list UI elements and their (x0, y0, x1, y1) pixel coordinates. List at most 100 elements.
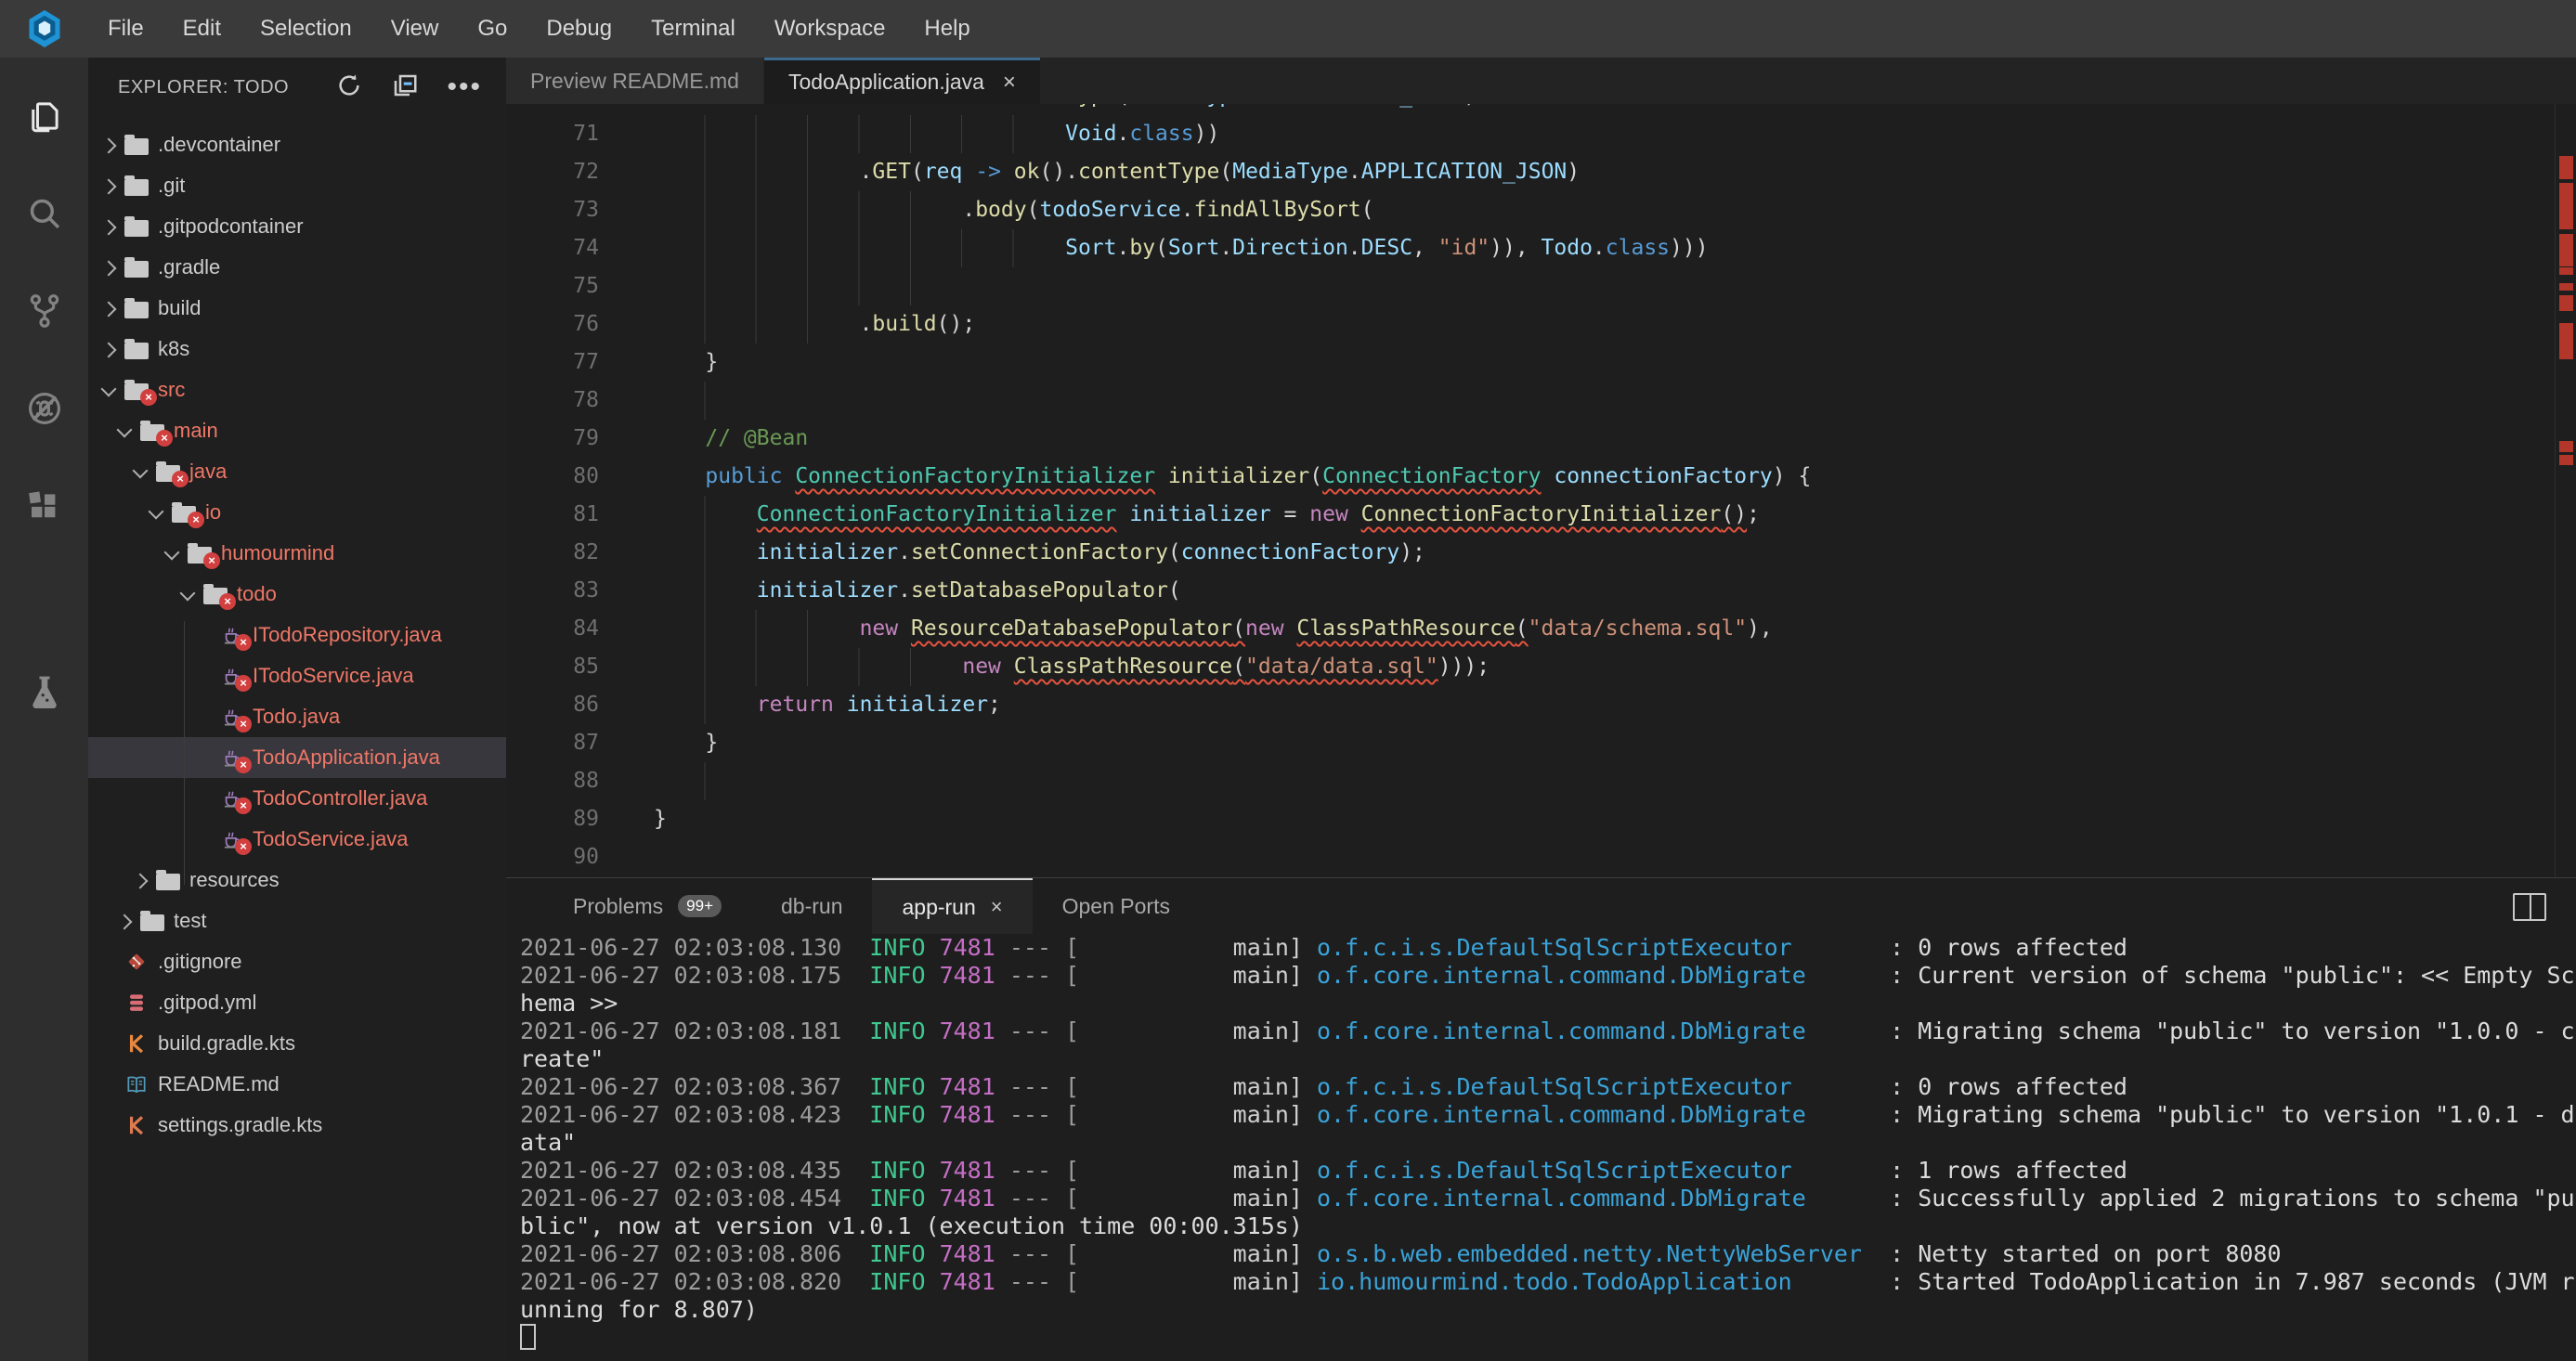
chevron-down-icon[interactable] (98, 385, 120, 395)
tree-item-main[interactable]: ×main (88, 410, 506, 451)
menu-item-view[interactable]: View (371, 16, 459, 42)
split-panel-icon[interactable] (2513, 893, 2546, 921)
close-panel-tab-icon[interactable]: × (991, 895, 1003, 919)
menu-item-terminal[interactable]: Terminal (631, 16, 755, 42)
tree-item-java[interactable]: ×java (88, 451, 506, 492)
code-token: contentType (975, 104, 1116, 108)
code-line-content: // @Bean (629, 420, 808, 458)
line-number: 75 (506, 267, 629, 305)
chevron-down-icon[interactable] (161, 549, 183, 558)
tree-item-todoservice-java[interactable]: ×TodoService.java (88, 819, 506, 860)
tree-item-todo-java[interactable]: ×Todo.java (88, 696, 506, 737)
tree-item-resources[interactable]: resources (88, 860, 506, 901)
code-line-content (629, 267, 654, 305)
terminal-segment: ata" (520, 1129, 576, 1156)
tree-item-test[interactable]: test (88, 901, 506, 941)
terminal-segment: Successfully applied 2 migrations to sch… (1918, 1185, 2574, 1212)
refresh-icon[interactable] (335, 71, 363, 104)
tree-item-k8s[interactable]: k8s (88, 329, 506, 369)
chevron-down-icon[interactable] (176, 590, 199, 599)
activity-debug-off-icon[interactable] (0, 359, 88, 457)
menu-item-selection[interactable]: Selection (241, 16, 371, 42)
code-line-content: Sort.by(Sort.Direction.DESC, "id")), Tod… (629, 229, 1709, 267)
line-number: 73 (506, 191, 629, 229)
code-token: . (898, 578, 911, 603)
menu-item-go[interactable]: Go (458, 16, 527, 42)
code-editor[interactable]: .contentType(MediaType.APPLICATION_JSON)… (506, 104, 2576, 877)
activity-search-icon[interactable] (0, 164, 88, 262)
tree-item-itodoservice-java[interactable]: ×ITodoService.java (88, 655, 506, 696)
code-token: contentType (1078, 160, 1219, 184)
menu-item-debug[interactable]: Debug (527, 16, 631, 42)
tree-item-build[interactable]: build (88, 288, 506, 329)
activity-beaker-icon[interactable] (0, 648, 88, 736)
code-line-content: return initializer; (629, 686, 1001, 724)
error-ruler-mark (2559, 295, 2573, 311)
chevron-right-icon[interactable] (98, 220, 120, 233)
tree-item--gitpod-yml[interactable]: .gitpod.yml (88, 982, 506, 1023)
chevron-down-icon[interactable] (113, 426, 136, 435)
panel-tab-open-ports[interactable]: Open Ports (1033, 878, 1200, 934)
chevron-right-icon[interactable] (98, 138, 120, 151)
tree-item-src[interactable]: ×src (88, 369, 506, 410)
chevron-right-icon[interactable] (129, 874, 151, 887)
terminal-segment (926, 1073, 940, 1100)
chevron-right-icon[interactable] (113, 914, 136, 927)
tree-item-settings-gradle-kts[interactable]: settings.gradle.kts (88, 1105, 506, 1146)
chevron-right-icon[interactable] (98, 261, 120, 274)
overview-ruler[interactable] (2555, 104, 2576, 877)
tree-item--gitpodcontainer[interactable]: .gitpodcontainer (88, 206, 506, 247)
terminal-segment: o.f.c.i.s.DefaultSqlScriptExecutor (1317, 1157, 1876, 1184)
tree-item--git[interactable]: .git (88, 165, 506, 206)
menu-item-file[interactable]: File (88, 16, 163, 42)
terminal-output[interactable]: 2021-06-27 02:03:08.130 INFO 7481 --- [ … (520, 934, 2576, 1361)
tree-item--devcontainer[interactable]: .devcontainer (88, 124, 506, 165)
collapse-all-icon[interactable] (391, 71, 419, 104)
panel-tab-db-run[interactable]: db-run (751, 878, 872, 934)
chevron-down-icon[interactable] (129, 467, 151, 476)
tree-item-label: TodoApplication.java (253, 745, 440, 770)
panel-tab-problems[interactable]: Problems99+ (543, 878, 751, 934)
tree-item-label: io (205, 500, 221, 525)
editor-tab-preview-readme-md[interactable]: Preview README.md (506, 58, 763, 104)
terminal-line: unning for 8.807) (520, 1296, 2576, 1324)
chevron-right-icon[interactable] (98, 343, 120, 356)
tree-item-todocontroller-java[interactable]: ×TodoController.java (88, 778, 506, 819)
code-token: initializer (1129, 502, 1270, 526)
editor-tab-todoapplication-java[interactable]: TodoApplication.java× (764, 58, 1040, 104)
menu-item-workspace[interactable]: Workspace (755, 16, 905, 42)
chevron-down-icon[interactable] (145, 508, 167, 517)
code-token: initializer (1168, 464, 1309, 488)
activity-source-control-icon[interactable] (0, 262, 88, 359)
close-tab-icon[interactable]: × (1003, 70, 1016, 96)
chevron-right-icon[interactable] (98, 302, 120, 315)
tree-item-itodorepository-java[interactable]: ×ITodoRepository.java (88, 615, 506, 655)
tree-item-humourmind[interactable]: ×humourmind (88, 533, 506, 574)
folder-icon (124, 215, 150, 238)
terminal-segment: 2021-06-27 02:03:08.175 (520, 962, 869, 989)
tree-item-todo[interactable]: ×todo (88, 574, 506, 615)
tree-item--gitignore[interactable]: .gitignore (88, 941, 506, 982)
chevron-right-icon[interactable] (98, 179, 120, 192)
tree-item-build-gradle-kts[interactable]: build.gradle.kts (88, 1023, 506, 1064)
menu-item-help[interactable]: Help (904, 16, 989, 42)
indent-guides (654, 762, 729, 800)
error-badge-icon: × (219, 593, 236, 610)
tree-item-io[interactable]: ×io (88, 492, 506, 533)
tree-item-todoapplication-java[interactable]: ×TodoApplication.java (88, 737, 506, 778)
code-token (962, 160, 975, 184)
explorer-sidebar: EXPLORER: TODO ••• .devcontainer.git.git… (88, 58, 506, 1361)
terminal-segment: --- [ (995, 1185, 1233, 1212)
activity-files-icon[interactable] (0, 67, 88, 164)
activity-extensions-icon[interactable] (0, 457, 88, 554)
tree-item--gradle[interactable]: .gradle (88, 247, 506, 288)
java-icon: × (218, 706, 244, 728)
git-icon (124, 951, 150, 973)
menu-item-edit[interactable]: Edit (163, 16, 241, 42)
tree-item-readme-md[interactable]: README.md (88, 1064, 506, 1105)
code-line-77: 77 } (506, 343, 2576, 382)
code-token: } (705, 350, 718, 374)
more-actions-icon[interactable]: ••• (447, 83, 482, 92)
panel-tab-app-run[interactable]: app-run× (872, 878, 1032, 934)
gitpod-logo-icon[interactable] (0, 8, 88, 49)
